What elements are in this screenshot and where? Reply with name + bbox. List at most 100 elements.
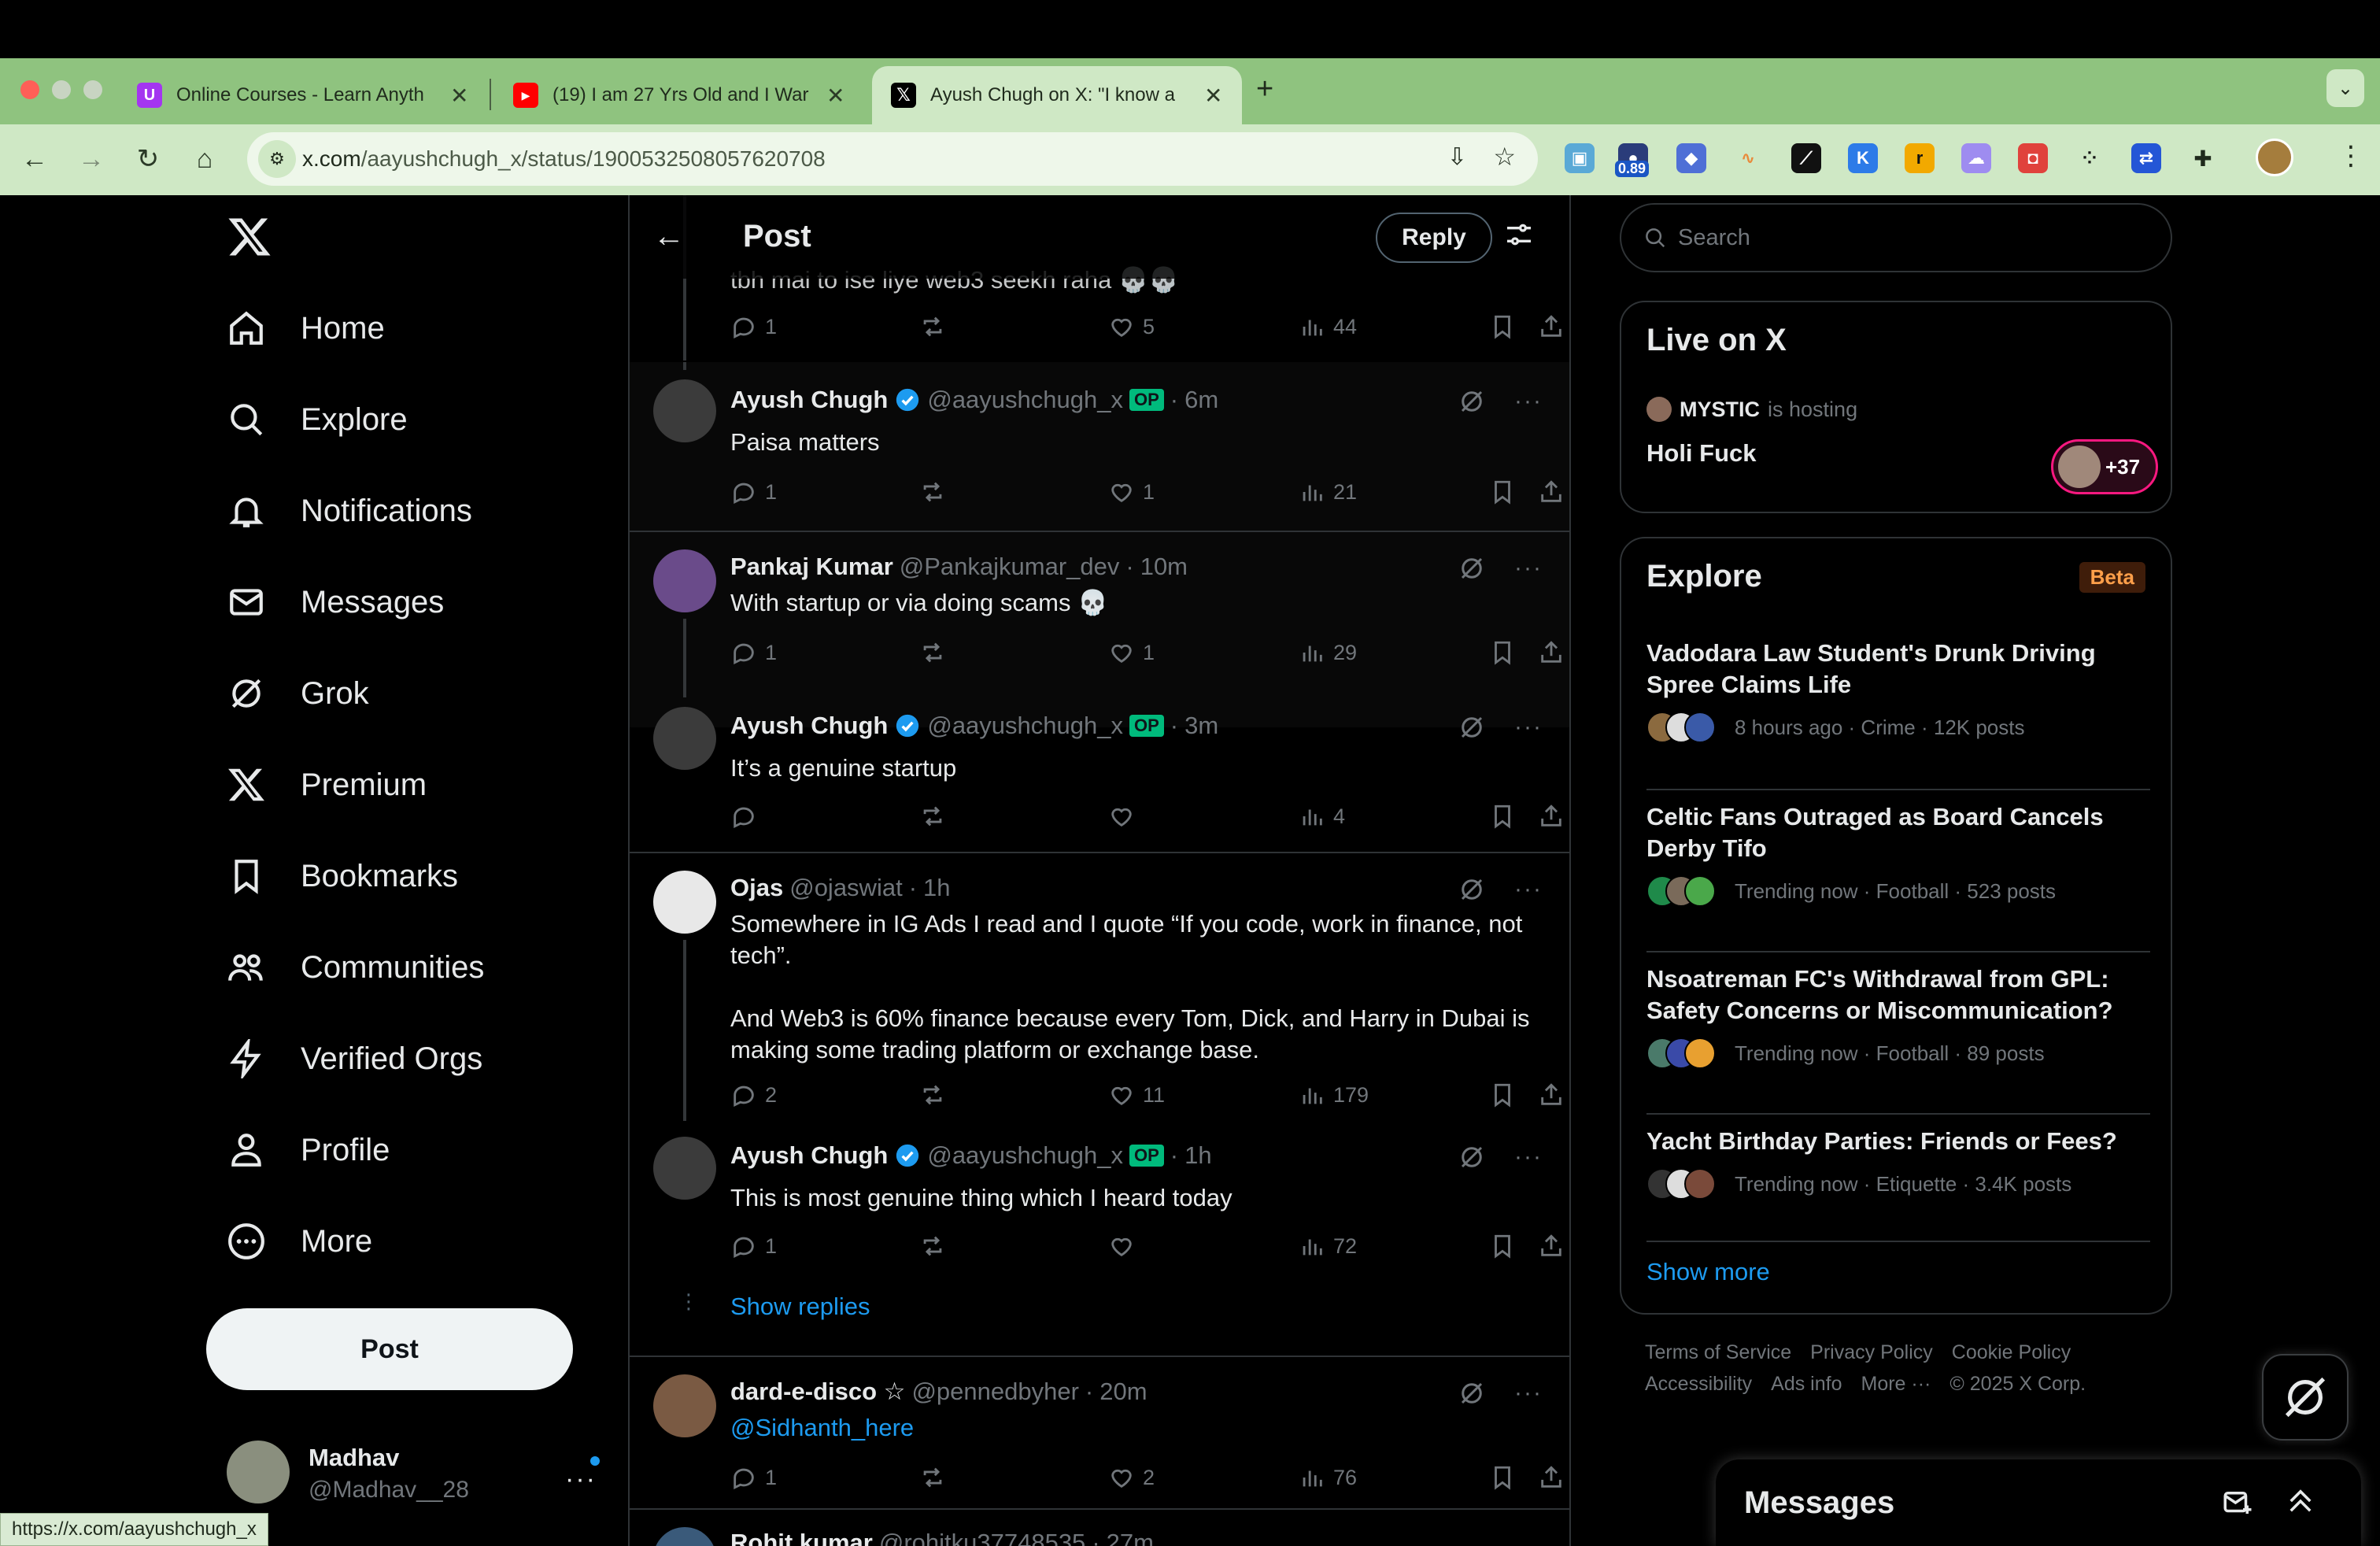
tab-search-chevron-icon[interactable]: ⌄	[2326, 69, 2364, 107]
show-replies-link[interactable]: Show replies	[730, 1293, 870, 1321]
share-action[interactable]	[1538, 1464, 1565, 1491]
share-action[interactable]	[1538, 479, 1565, 505]
bookmark-action[interactable]	[1489, 803, 1516, 830]
grok-icon[interactable]	[1458, 554, 1486, 583]
footer-link[interactable]: Privacy Policy	[1810, 1341, 1933, 1364]
sliders-icon[interactable]	[1503, 219, 1535, 254]
grok-icon[interactable]	[1458, 875, 1486, 904]
extension-icon[interactable]: ⇄	[2131, 143, 2161, 173]
reply-action[interactable]: 1	[730, 639, 777, 666]
trend-item[interactable]: Nsoatreman FC's Withdrawal from GPL: Saf…	[1646, 963, 2150, 1069]
maximize-window-button[interactable]	[83, 80, 102, 99]
bookmark-star-icon[interactable]: ☆	[1493, 142, 1516, 172]
share-action[interactable]	[1538, 1082, 1565, 1108]
repost-action[interactable]	[919, 1233, 946, 1259]
views-action[interactable]: 72	[1299, 1233, 1357, 1259]
home-browser-icon[interactable]: ⌂	[186, 140, 224, 178]
show-more-link[interactable]: Show more	[1646, 1258, 1770, 1286]
account-avatar[interactable]	[227, 1441, 290, 1503]
bookmark-action[interactable]	[1489, 1233, 1516, 1259]
repost-action[interactable]	[919, 803, 946, 830]
views-action[interactable]: 44	[1299, 313, 1357, 340]
repost-action[interactable]	[919, 639, 946, 666]
chrome-menu-icon[interactable]: ⋮	[2338, 140, 2364, 172]
tweet-reply[interactable]: Pankaj Kumar @Pankajkumar_dev · 10m ··· …	[630, 532, 1569, 697]
reload-icon[interactable]: ↻	[129, 140, 167, 178]
post-button[interactable]: Post	[206, 1308, 573, 1390]
site-info-icon[interactable]: ⚙	[258, 140, 296, 178]
bookmark-action[interactable]	[1489, 479, 1516, 505]
reply-action[interactable]: 1	[730, 479, 777, 505]
avatar[interactable]	[653, 871, 716, 934]
grok-icon[interactable]	[1458, 1143, 1486, 1171]
more-options-icon[interactable]: ···	[1514, 1380, 1543, 1407]
trend-item[interactable]: Celtic Fans Outraged as Board Cancels De…	[1646, 801, 2150, 907]
views-action[interactable]: 76	[1299, 1464, 1357, 1491]
minimize-window-button[interactable]	[52, 80, 71, 99]
repost-action[interactable]	[919, 479, 946, 505]
footer-link[interactable]: Terms of Service	[1645, 1341, 1791, 1364]
tweet-reply[interactable]: dard-e-disco ☆ @pennedbyher · 20m ··· @S…	[630, 1357, 1569, 1507]
profile-avatar-icon[interactable]	[2256, 139, 2293, 176]
like-action[interactable]: 2	[1108, 1464, 1155, 1491]
reply-action[interactable]: 1	[730, 313, 777, 340]
like-action[interactable]: 5	[1108, 313, 1155, 340]
browser-tab-youtube[interactable]: ▶ (19) I am 27 Yrs Old and I War ✕	[494, 66, 864, 124]
nav-home[interactable]: Home	[227, 309, 385, 348]
extension-icon[interactable]: ◘	[2018, 143, 2048, 173]
save-extension-icon[interactable]: ▣	[1565, 143, 1595, 173]
more-options-icon[interactable]: ···	[1514, 714, 1543, 741]
more-options-icon[interactable]: ···	[1514, 555, 1543, 582]
new-tab-button[interactable]: +	[1256, 72, 1273, 106]
like-action[interactable]	[1108, 1233, 1143, 1259]
repost-action[interactable]	[919, 1082, 946, 1108]
views-action[interactable]: 21	[1299, 479, 1357, 505]
install-app-icon[interactable]: ⇩	[1447, 143, 1467, 171]
footer-link[interactable]: Cookie Policy	[1952, 1341, 2071, 1364]
like-action[interactable]: 11	[1108, 1082, 1165, 1108]
back-arrow-icon[interactable]: ←	[16, 140, 54, 178]
avatar[interactable]	[653, 549, 716, 612]
avatar[interactable]	[653, 707, 716, 770]
extension-icon[interactable]: ⁘	[2075, 143, 2105, 173]
nav-grok[interactable]: Grok	[227, 674, 369, 713]
grok-icon[interactable]	[1458, 713, 1486, 742]
nav-notifications[interactable]: Notifications	[227, 491, 472, 531]
extension-icon[interactable]: ◆	[1676, 143, 1706, 173]
browser-tab-udemy[interactable]: U Online Courses - Learn Anyth ✕	[118, 66, 488, 124]
live-space-title[interactable]: Holi Fuck	[1646, 439, 1757, 468]
extension-icon[interactable]: r	[1905, 143, 1935, 173]
views-action[interactable]: 29	[1299, 639, 1357, 666]
browser-tab-x-active[interactable]: 𝕏 Ayush Chugh on X: "I know a ✕	[872, 66, 1242, 124]
mention-link[interactable]: @Sidhanth_here	[730, 1412, 1533, 1444]
back-arrow-icon[interactable]: ←	[653, 219, 685, 254]
more-options-icon[interactable]: ···	[1514, 1144, 1543, 1171]
grok-icon[interactable]	[1458, 387, 1486, 416]
views-action[interactable]: 179	[1299, 1082, 1369, 1108]
bookmark-action[interactable]	[1489, 313, 1516, 340]
address-bar[interactable]: ⚙ x.com/aayushchugh_x/status/19005325080…	[247, 132, 1538, 186]
bookmark-action[interactable]	[1489, 1082, 1516, 1108]
extensions-puzzle-icon[interactable]: ✚	[2188, 143, 2218, 173]
close-tab-icon[interactable]: ✕	[826, 83, 844, 109]
tweet-reply[interactable]: Ayush Chugh @aayushchugh_x OP · 3m ··· I…	[630, 691, 1569, 856]
new-message-icon[interactable]	[2221, 1486, 2254, 1523]
extension-icon[interactable]: ∿	[1733, 143, 1763, 173]
live-host[interactable]: MYSTIC is hosting	[1646, 397, 1857, 422]
nav-messages[interactable]: Messages	[227, 583, 444, 622]
close-window-button[interactable]	[20, 80, 39, 99]
reply-action[interactable]: 1	[730, 1464, 777, 1491]
reply-sort-button[interactable]: Reply	[1376, 213, 1492, 263]
tweet-reply-partial[interactable]: Rohit kumar @rohitku37748535 · 27m	[630, 1510, 1569, 1546]
nav-premium[interactable]: Premium	[227, 765, 427, 804]
repost-action[interactable]	[919, 1464, 946, 1491]
account-menu-icon[interactable]: ···	[565, 1464, 597, 1495]
footer-link[interactable]: More ···	[1861, 1373, 1931, 1396]
x-logo-icon[interactable]	[227, 214, 272, 264]
trend-item[interactable]: Vadodara Law Student's Drunk Driving Spr…	[1646, 638, 2150, 743]
expand-drawer-icon[interactable]	[2284, 1485, 2317, 1522]
avatar[interactable]	[653, 379, 716, 442]
close-tab-icon[interactable]: ✕	[450, 83, 468, 109]
nav-bookmarks[interactable]: Bookmarks	[227, 856, 458, 896]
reply-action[interactable]: 2	[730, 1082, 777, 1108]
